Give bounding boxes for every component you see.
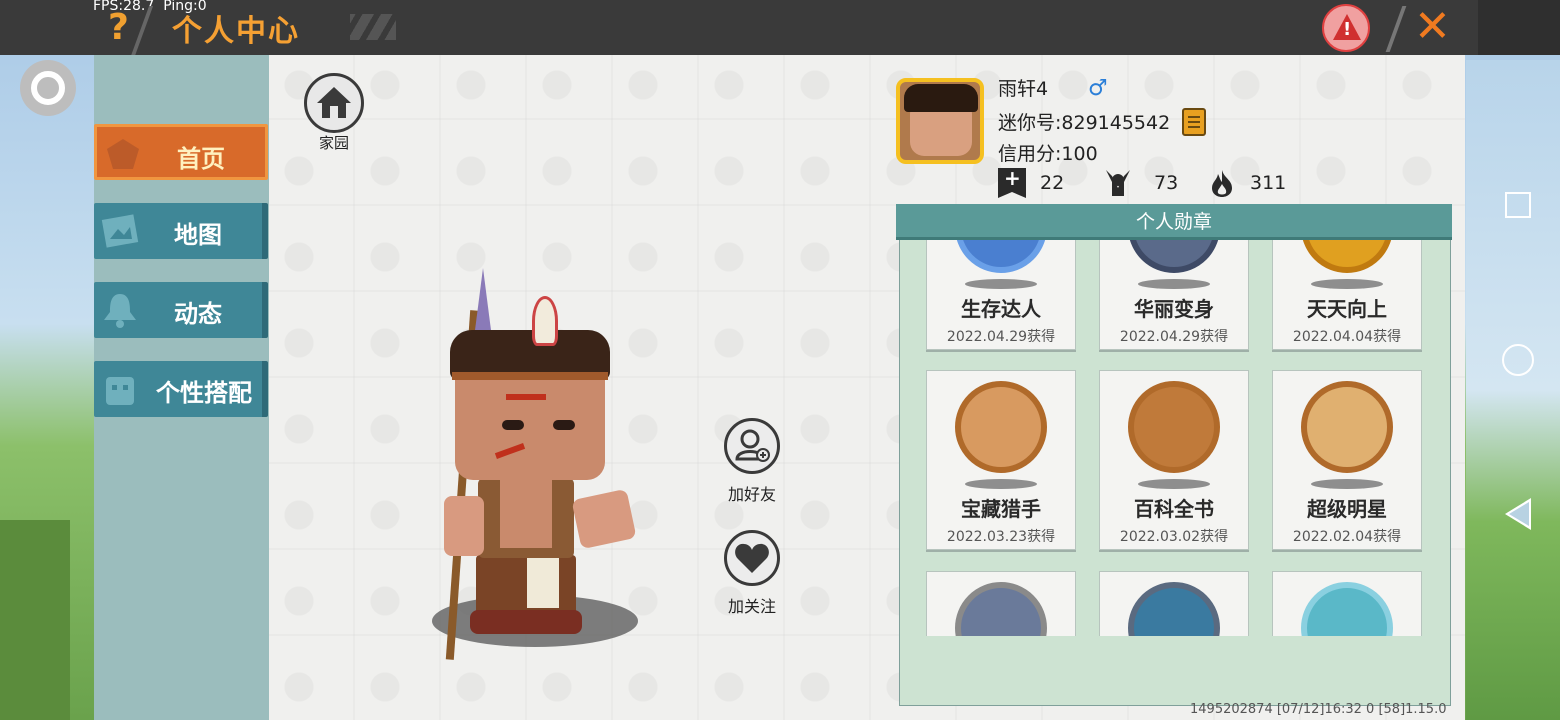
medal-panel-title: 个人勋章 [896, 204, 1452, 240]
medal-card[interactable]: 生存达人 2022.04.29获得 [926, 240, 1076, 350]
face-paint [506, 394, 546, 400]
sidebar-item-label: 个性搭配 [156, 379, 252, 407]
avatar[interactable] [896, 78, 984, 164]
medal-date: 2022.02.04获得 [1292, 529, 1402, 545]
medal-shadow [1311, 279, 1383, 289]
character-loincloth [527, 558, 559, 608]
medal-card[interactable]: 百科全书 2022.03.02获得 [1099, 370, 1249, 550]
medal-card[interactable]: 宝藏猎手 2022.03.23获得 [926, 370, 1076, 550]
build-info: 1495202874 [07/12]16:32 0 [58]1.15.0 [1190, 702, 1447, 717]
background-grass-block [0, 520, 70, 720]
medal-card[interactable]: 天天向上 2022.04.04获得 [1272, 240, 1422, 350]
medal-badge-icon [1128, 240, 1220, 273]
recent-apps-icon[interactable] [1505, 192, 1531, 218]
male-gender-icon: ♂ [1088, 76, 1108, 101]
medal-card[interactable]: 华丽变身 2022.04.29获得 [1099, 240, 1249, 350]
username: 雨轩4 [998, 78, 1049, 100]
sidebar-item-label: 首页 [177, 145, 225, 173]
medal-date: 2022.04.29获得 [946, 329, 1056, 345]
character-eye [553, 420, 575, 430]
add-friend-button[interactable] [724, 418, 780, 474]
background-scenery-right [1466, 60, 1560, 720]
title-decoration [350, 14, 396, 40]
record-circle-icon [31, 71, 65, 105]
homeland-label: 家园 [318, 134, 349, 152]
medal-name: 百科全书 [1134, 497, 1214, 521]
medal-grid[interactable]: 生存达人 2022.04.29获得 华丽变身 2022.04.29获得 天天向上… [900, 240, 1450, 636]
character-feet [470, 610, 582, 634]
title-bar-edge [1478, 0, 1560, 55]
medal-shadow [1138, 479, 1210, 489]
stat-value: 22 [1040, 172, 1065, 194]
fire-icon [1212, 170, 1232, 197]
sidebar-item-label: 地图 [174, 221, 222, 249]
homeland-button[interactable] [304, 73, 364, 133]
mini-id: 迷你号:829145542 [998, 112, 1171, 134]
close-icon: ✕ [1414, 1, 1451, 52]
medal-name: 生存达人 [961, 297, 1041, 321]
character-eye [502, 420, 524, 430]
sidebar-item-feed[interactable]: 动态 [94, 282, 268, 338]
character-headband [452, 372, 608, 380]
spear-tip [474, 268, 492, 338]
add-user-icon [735, 429, 770, 462]
copy-id-button[interactable] [1182, 108, 1206, 136]
stat-value: 311 [1250, 172, 1287, 194]
credit-score: 信用分:100 [998, 143, 1098, 165]
medal-name: 超级明星 [1307, 497, 1387, 521]
sidebar-item-map[interactable]: 地图 [94, 203, 268, 259]
house-icon [317, 87, 351, 118]
medal-name: 天天向上 [1307, 297, 1387, 321]
record-button[interactable] [20, 60, 76, 116]
medal-date: 2022.04.29获得 [1119, 329, 1229, 345]
medal-badge-icon [1128, 381, 1220, 473]
medal-shadow [1311, 479, 1383, 489]
add-friend-label: 加好友 [727, 485, 776, 504]
medal-badge-icon [955, 582, 1047, 636]
stat-value: 73 [1154, 172, 1179, 194]
avatar-hair [904, 84, 978, 112]
medal-shadow [1138, 279, 1210, 289]
medal-card[interactable] [1099, 571, 1249, 636]
sidebar-item-home[interactable]: 首页 [94, 124, 268, 180]
medal-date: 2022.03.02获得 [1119, 529, 1229, 545]
medal-card[interactable] [926, 571, 1076, 636]
home-circle-icon[interactable] [1502, 344, 1534, 376]
medal-date: 2022.04.04获得 [1292, 329, 1402, 345]
fans-icon [1106, 170, 1130, 196]
warning-mark: ! [1343, 19, 1352, 40]
follow-label: 加关注 [727, 597, 776, 616]
medal-name: 宝藏猎手 [961, 497, 1041, 521]
medal-badge-icon [1128, 582, 1220, 636]
page-title: 个人中心 [172, 14, 300, 49]
sidebar-item-outfit[interactable]: 个性搭配 [94, 361, 268, 417]
follow-button[interactable] [724, 530, 780, 586]
medal-shadow [965, 479, 1037, 489]
character-feather [532, 296, 558, 346]
medal-name: 华丽变身 [1134, 297, 1214, 321]
medal-badge-icon [1301, 381, 1393, 473]
medal-card[interactable] [1272, 571, 1422, 636]
medal-date: 2022.03.23获得 [946, 529, 1056, 545]
question-icon: ? [108, 7, 129, 48]
heart-icon [735, 543, 769, 573]
medal-badge-icon [955, 240, 1047, 273]
sidebar-item-label: 动态 [174, 300, 222, 328]
back-icon[interactable] [1505, 498, 1531, 530]
close-button[interactable]: ✕ [1414, 2, 1458, 52]
medal-badge-icon [1301, 582, 1393, 636]
medal-badge-icon [1301, 240, 1393, 273]
medal-shadow [965, 279, 1037, 289]
report-button[interactable]: ! [1322, 4, 1370, 52]
medal-card[interactable]: 超级明星 2022.02.04获得 [1272, 370, 1422, 550]
medal-badge-icon [955, 381, 1047, 473]
character-chest [500, 478, 552, 548]
help-button[interactable]: ? [108, 8, 138, 48]
character-left-arm [444, 496, 484, 556]
